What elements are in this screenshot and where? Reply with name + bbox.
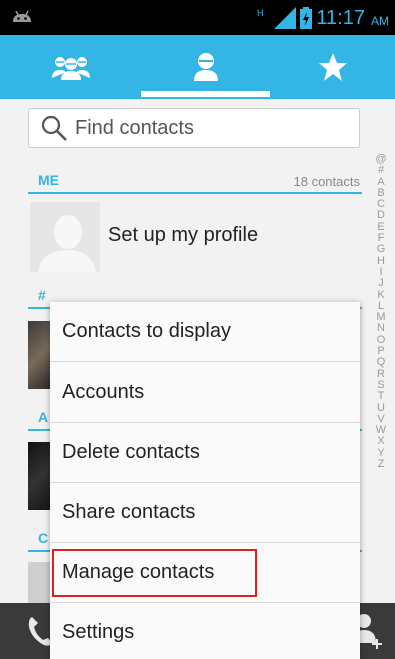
avatar-placeholder (30, 202, 100, 272)
network-type-label: H (257, 8, 264, 18)
tab-groups[interactable] (0, 35, 141, 99)
overflow-menu: Contacts to display Accounts Delete cont… (50, 302, 360, 659)
default-avatar-icon (30, 202, 100, 272)
clock-ampm: AM (371, 14, 389, 28)
search-icon (41, 115, 67, 141)
signal-icon (274, 7, 297, 29)
alphabet-index-letter[interactable]: T (378, 390, 385, 402)
highlight-box (52, 549, 257, 597)
alphabet-index-letter[interactable]: J (378, 277, 384, 289)
menu-label: Settings (62, 621, 135, 643)
tab-bar (0, 35, 395, 99)
contacts-screen: H 11:17 AM Find contacts ME 18 contacts … (0, 0, 395, 659)
status-icons: H 11:17 AM (256, 4, 389, 32)
tab-all-contacts[interactable] (141, 35, 270, 99)
menu-label: Accounts (62, 381, 145, 403)
section-title-c: C (38, 530, 49, 546)
contact-count: 18 contacts (293, 174, 361, 189)
alphabet-index[interactable]: @ # A B C D E F G H I J K L M N O P Q R S T U V W X Y Z (371, 153, 391, 470)
section-title-hash: # (38, 287, 46, 303)
status-bar: H 11:17 AM (0, 0, 395, 35)
menu-item-contacts-to-display[interactable]: Contacts to display (50, 302, 360, 362)
menu-label: Contacts to display (62, 320, 231, 342)
section-header-me: ME 18 contacts (28, 170, 362, 194)
selected-tab-indicator (141, 91, 270, 97)
alphabet-index-letter[interactable]: G (377, 244, 386, 256)
search-field[interactable]: Find contacts (28, 108, 360, 148)
groups-icon (51, 57, 90, 80)
tab-favorites[interactable] (270, 35, 395, 99)
menu-item-settings[interactable]: Settings (50, 603, 360, 659)
menu-label: Delete contacts (62, 441, 200, 463)
person-icon (193, 53, 218, 81)
section-title-a: A (38, 409, 49, 425)
star-icon (318, 53, 347, 81)
section-title-me: ME (38, 172, 59, 188)
alphabet-index-letter[interactable]: Q (377, 357, 386, 369)
search-placeholder: Find contacts (75, 116, 194, 139)
menu-label: Share contacts (62, 501, 196, 523)
menu-item-share-contacts[interactable]: Share contacts (50, 483, 360, 543)
alphabet-index-letter[interactable]: # (378, 164, 384, 176)
android-icon (13, 10, 31, 22)
battery-icon (300, 7, 313, 29)
menu-item-accounts[interactable]: Accounts (50, 363, 360, 423)
menu-item-delete-contacts[interactable]: Delete contacts (50, 423, 360, 483)
network-type-icon: H (257, 8, 264, 18)
clock: 11:17 (316, 6, 365, 29)
set-up-profile-label: Set up my profile (108, 224, 259, 246)
alphabet-index-letter[interactable]: Z (378, 458, 385, 470)
set-up-profile-row[interactable]: Set up my profile (28, 198, 362, 276)
